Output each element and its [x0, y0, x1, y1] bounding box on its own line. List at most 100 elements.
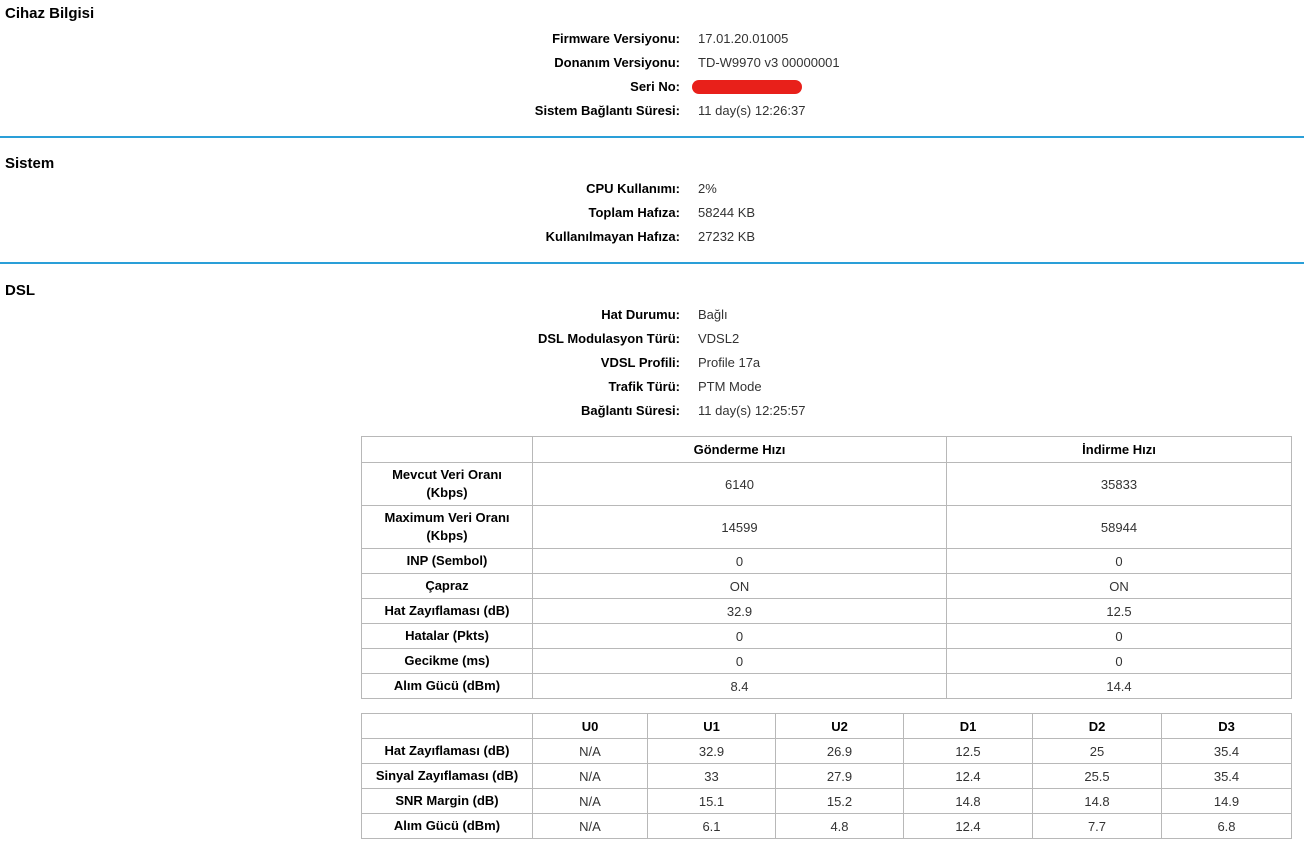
- kv-cpu: CPU Kullanımı: 2%: [0, 181, 1304, 205]
- kv-label: VDSL Profili:: [600, 355, 680, 370]
- kv-label: Hat Durumu:: [601, 307, 680, 322]
- table-cell: 12.5: [903, 738, 1033, 764]
- section-title-system: Sistem: [5, 155, 55, 172]
- kv-line-status: Hat Durumu: Bağlı: [0, 307, 1304, 331]
- kv-label: Firmware Versiyonu:: [552, 31, 680, 46]
- row-header: Hatalar (Pkts): [361, 623, 533, 649]
- kv-vdsl-profile: VDSL Profili: Profile 17a: [0, 355, 1304, 379]
- table-cell: 8.4: [532, 673, 947, 699]
- table-cell: ON: [532, 573, 947, 599]
- table-cell: 14599: [532, 505, 947, 549]
- table-row: Gecikme (ms) 0 0: [361, 648, 1292, 674]
- section-divider: [0, 262, 1304, 264]
- table-cell: 12.4: [903, 813, 1033, 839]
- kv-value: 17.01.20.01005: [698, 31, 789, 46]
- row-header: Sinyal Zayıflaması (dB): [361, 763, 533, 789]
- kv-traffic-type: Trafik Türü: PTM Mode: [0, 379, 1304, 403]
- table-cell: 0: [532, 548, 947, 574]
- row-header: INP (Sembol): [361, 548, 533, 574]
- row-header: Hat Zayıflaması (dB): [361, 738, 533, 764]
- kv-label: Bağlantı Süresi:: [581, 403, 680, 418]
- table-row: Sinyal Zayıflaması (dB) N/A 33 27.9 12.4 25.5…: [361, 763, 1292, 789]
- table-cell: 14.8: [1032, 788, 1162, 814]
- table-cell: 32.9: [532, 598, 947, 624]
- table-cell: 12.4: [903, 763, 1033, 789]
- column-header: [361, 713, 533, 739]
- table-cell: 58944: [946, 505, 1292, 549]
- table-cell: 27.9: [775, 763, 904, 789]
- table-cell: 6.8: [1161, 813, 1292, 839]
- kv-value: 11 day(s) 12:26:37: [698, 103, 806, 118]
- column-header: U2: [775, 713, 904, 739]
- row-header: SNR Margin (dB): [361, 788, 533, 814]
- table-row: Çapraz ON ON: [361, 573, 1292, 599]
- table-cell: 0: [532, 648, 947, 674]
- row-header: Hat Zayıflaması (dB): [361, 598, 533, 624]
- table-row: INP (Sembol) 0 0: [361, 548, 1292, 574]
- table-row: SNR Margin (dB) N/A 15.1 15.2 14.8 14.8 14.9: [361, 788, 1292, 814]
- table-cell: N/A: [532, 813, 648, 839]
- kv-label: Donanım Versiyonu:: [554, 55, 680, 70]
- column-header: U0: [532, 713, 648, 739]
- kv-value: TD-W9970 v3 00000001: [698, 55, 840, 70]
- kv-value: 2%: [698, 181, 717, 196]
- kv-value: Bağlı: [698, 307, 728, 322]
- kv-label: Sistem Bağlantı Süresi:: [534, 103, 680, 118]
- kv-label: Seri No:: [630, 79, 680, 94]
- table-row: Alım Gücü (dBm) 8.4 14.4: [361, 673, 1292, 699]
- serial-redaction-mark: [692, 78, 802, 94]
- table-cell: 4.8: [775, 813, 904, 839]
- kv-value: 58244 KB: [698, 205, 756, 220]
- table-cell: 0: [532, 623, 947, 649]
- section-divider: [0, 136, 1304, 138]
- table-cell: 25.5: [1032, 763, 1162, 789]
- table-cell: 35833: [946, 462, 1292, 506]
- kv-value: Profile 17a: [698, 355, 761, 370]
- table-cell: 14.4: [946, 673, 1292, 699]
- kv-connection-time: Bağlantı Süresi: 11 day(s) 12:25:57: [0, 403, 1304, 427]
- column-header: D1: [903, 713, 1033, 739]
- table-row: Alım Gücü (dBm) N/A 6.1 4.8 12.4 7.7 6.8: [361, 813, 1292, 839]
- table-row: Hat Zayıflaması (dB) 32.9 12.5: [361, 598, 1292, 624]
- column-header: D3: [1161, 713, 1292, 739]
- row-header: Çapraz: [361, 573, 533, 599]
- kv-label: Kullanılmayan Hafıza:: [545, 229, 680, 244]
- kv-label: DSL Modulasyon Türü:: [537, 331, 680, 346]
- column-header: D2: [1032, 713, 1162, 739]
- kv-value: 27232 KB: [698, 229, 756, 244]
- table-cell: 12.5: [946, 598, 1292, 624]
- dsl-rate-table: Gönderme Hızı İndirme Hızı Mevcut Veri Or…: [361, 436, 1292, 699]
- table-cell: 0: [946, 548, 1292, 574]
- kv-label: Toplam Hafıza:: [588, 205, 681, 220]
- table-cell: 15.2: [775, 788, 904, 814]
- table-cell: N/A: [532, 788, 648, 814]
- kv-label: CPU Kullanımı:: [586, 181, 680, 196]
- table-cell: 14.9: [1161, 788, 1292, 814]
- table-cell: 33: [647, 763, 776, 789]
- table-cell: N/A: [532, 738, 648, 764]
- kv-firmware: Firmware Versiyonu: 17.01.20.01005: [0, 31, 1304, 55]
- table-cell: 15.1: [647, 788, 776, 814]
- dsl-band-table: U0 U1 U2 D1 D2 D3 Hat Zayıflaması (dB) N/A 32.9…: [361, 713, 1292, 839]
- table-cell: 35.4: [1161, 763, 1292, 789]
- column-header: [361, 436, 533, 463]
- table-cell: 6140: [532, 462, 947, 506]
- table-row: Maximum Veri Oranı (Kbps) 14599 58944: [361, 505, 1292, 549]
- section-title-device: Cihaz Bilgisi: [5, 5, 95, 22]
- table-cell: 7.7: [1032, 813, 1162, 839]
- table-cell: N/A: [532, 763, 648, 789]
- table-row: Hatalar (Pkts) 0 0: [361, 623, 1292, 649]
- row-header: Alım Gücü (dBm): [361, 673, 533, 699]
- kv-uptime: Sistem Bağlantı Süresi: 11 day(s) 12:26:…: [0, 103, 1304, 127]
- row-header: Alım Gücü (dBm): [361, 813, 533, 839]
- kv-serial: Seri No:: [0, 79, 1304, 103]
- kv-free-memory: Kullanılmayan Hafıza: 27232 KB: [0, 229, 1304, 253]
- row-header: Maximum Veri Oranı (Kbps): [361, 505, 533, 549]
- table-cell: 6.1: [647, 813, 776, 839]
- row-header: Mevcut Veri Oranı (Kbps): [361, 462, 533, 506]
- kv-value: PTM Mode: [698, 379, 762, 394]
- kv-hardware: Donanım Versiyonu: TD-W9970 v3 00000001: [0, 55, 1304, 79]
- kv-label: Trafik Türü:: [608, 379, 680, 394]
- kv-value: VDSL2: [698, 331, 740, 346]
- table-row: Hat Zayıflaması (dB) N/A 32.9 26.9 12.5 25 35.…: [361, 738, 1292, 764]
